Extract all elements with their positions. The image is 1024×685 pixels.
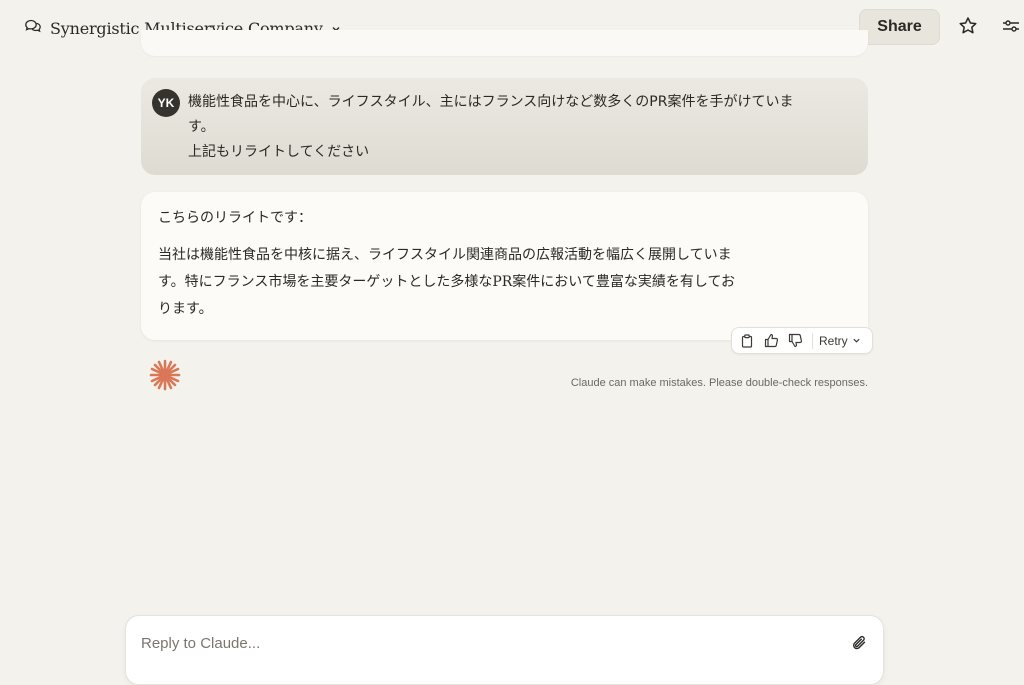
chat-bubbles-icon: [24, 17, 42, 39]
assistant-message: こちらのリライトです： 当社は機能性食品を中核に据え、ライフスタイル関連商品の広…: [141, 192, 868, 340]
user-message-line: 機能性食品を中心に、ライフスタイル、主にはフランス向けなど数多くのPR案件を手が…: [188, 94, 794, 110]
user-message-text: 機能性食品を中心に、ライフスタイル、主にはフランス向けなど数多くのPR案件を手が…: [188, 90, 838, 165]
reply-composer: [125, 615, 884, 685]
previous-message-edge: [141, 30, 868, 56]
assistant-message-body: 当社は機能性食品を中核に据え、ライフスタイル関連商品の広報活動を幅広く展開してい…: [158, 247, 736, 317]
user-message-line: す。: [188, 119, 215, 135]
avatar: YK: [152, 89, 180, 117]
message-actions: Retry: [731, 327, 873, 354]
user-message: YK 機能性食品を中心に、ライフスタイル、主にはフランス向けなど数多くのPR案件…: [141, 78, 868, 175]
clipboard-icon[interactable]: [735, 329, 759, 353]
retry-button[interactable]: Retry: [819, 334, 861, 348]
divider: [812, 332, 813, 349]
star-icon[interactable]: [956, 14, 980, 38]
share-button[interactable]: Share: [859, 9, 940, 45]
thumbs-up-icon[interactable]: [759, 329, 783, 353]
user-message-line: 上記もリライトしてください: [188, 144, 370, 160]
disclaimer-text: Claude can make mistakes. Please double-…: [570, 377, 868, 389]
sliders-icon[interactable]: [999, 14, 1023, 38]
retry-label: Retry: [819, 333, 848, 348]
reply-input[interactable]: [141, 631, 821, 655]
claude-spark-icon: [148, 358, 182, 392]
thumbs-down-icon[interactable]: [783, 329, 807, 353]
chevron-down-icon: [852, 334, 861, 348]
paperclip-icon[interactable]: [848, 632, 870, 654]
assistant-message-intro: こちらのリライトです：: [158, 210, 312, 226]
